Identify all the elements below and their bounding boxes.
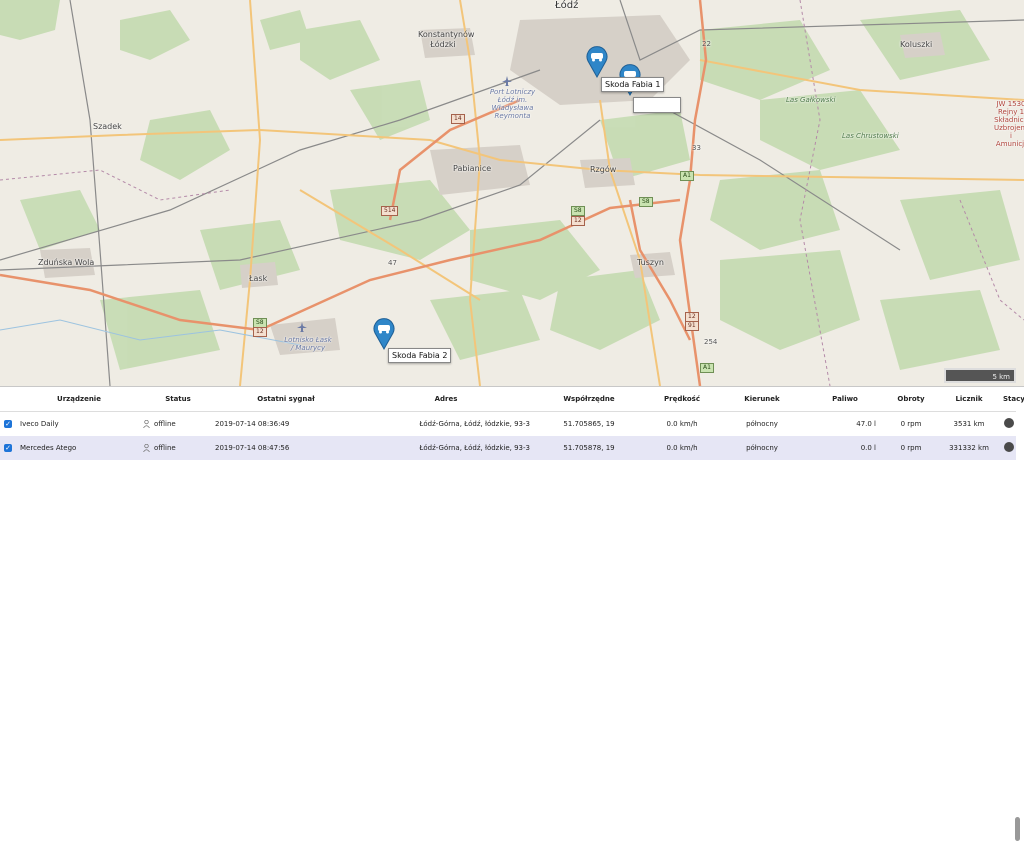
ignition-indicator <box>1004 442 1014 452</box>
device-table: Urządzenie Status Ostatni sygnał Adres W… <box>0 387 1024 460</box>
road-shield: A1 <box>680 171 694 181</box>
table-row[interactable]: ✓ Iveco Daily offline 2019-07-14 08:36:4… <box>0 411 1016 436</box>
airfield-icon <box>297 322 307 332</box>
road-shield: 14 <box>451 114 465 124</box>
device-name: Iveco Daily <box>20 420 59 428</box>
road-shield: 12 <box>253 327 267 337</box>
column-header[interactable]: Licznik <box>936 387 1002 412</box>
place-lodz: Łódź <box>555 0 579 11</box>
vehicle-marker[interactable] <box>373 316 395 350</box>
ignition-indicator <box>1004 418 1014 428</box>
column-header[interactable]: Obroty <box>886 387 936 412</box>
direction: północny <box>746 444 778 452</box>
place-pabianice: Pabianice <box>453 164 492 173</box>
counter: 3531 km <box>953 420 985 428</box>
row-checkbox[interactable]: ✓ <box>4 420 12 428</box>
place-airport: Port Lotniczy Łódź im. Władysława Reymon… <box>489 88 536 120</box>
speed: 0.0 km/h <box>666 444 698 452</box>
column-header[interactable]: Status <box>142 387 214 412</box>
column-header[interactable]: Prędkość <box>644 387 720 412</box>
user-icon <box>143 420 150 428</box>
address: Łódź-Górna, Łódź, łódzkie, 93-3 <box>419 444 530 452</box>
column-header[interactable]: Ostatni sygnał <box>214 387 358 412</box>
road-number: 254 <box>704 338 718 346</box>
column-header[interactable]: Stacyjka <box>1002 387 1024 412</box>
table-header-row: Urządzenie Status Ostatni sygnał Adres W… <box>0 387 1024 412</box>
last-signal: 2019-07-14 08:36:49 <box>215 420 290 428</box>
speed: 0.0 km/h <box>666 420 698 428</box>
device-name: Mercedes Atego <box>20 444 77 452</box>
counter: 331332 km <box>949 444 989 452</box>
column-header[interactable]: Adres <box>358 387 534 412</box>
road-shield: A1 <box>700 363 714 373</box>
coordinates: 51.705878, 19 <box>563 444 615 452</box>
place-lask: Łask <box>249 274 268 283</box>
road-shield: S8 <box>571 206 585 216</box>
place-las-chrustowski: Las Chrustowski <box>842 132 899 140</box>
coordinates: 51.705865, 19 <box>563 420 615 428</box>
column-header[interactable]: Współrzędne <box>534 387 644 412</box>
place-tuszyn: Tuszyn <box>637 258 664 267</box>
rpm: 0 rpm <box>900 420 922 428</box>
table-row[interactable]: ✓ Mercedes Atego offline 2019-07-14 08:4… <box>0 436 1016 460</box>
rpm: 0 rpm <box>900 444 922 452</box>
place-zdunska-wola: Zduńska Wola <box>38 258 95 267</box>
fuel: 47.0 l <box>856 420 876 428</box>
place-konstantynow: Konstantynów Łódzki <box>418 30 475 49</box>
marker-label[interactable]: Skoda Fabia 2 <box>388 348 452 363</box>
last-signal: 2019-07-14 08:47:56 <box>215 444 290 452</box>
status-value: offline <box>154 420 176 428</box>
scale-bar: 5 km <box>944 368 1016 383</box>
place-rzgow: Rzgów <box>590 165 617 174</box>
column-header[interactable]: Kierunek <box>720 387 804 412</box>
road-number: 22 <box>702 40 711 48</box>
place-szadek: Szadek <box>93 122 122 131</box>
road-number: 33 <box>692 144 701 152</box>
fuel: 0.0 l <box>860 444 876 452</box>
place-airfield: Lotnisko Łask / Maurycy <box>284 336 332 352</box>
airport-icon <box>502 76 512 86</box>
direction: północny <box>746 420 778 428</box>
table-scrollbar[interactable] <box>1015 817 1020 841</box>
road-shield: S8 <box>639 197 653 207</box>
vehicle-marker[interactable] <box>586 44 608 78</box>
map-tiles <box>0 0 1024 386</box>
road-number: 47 <box>388 259 397 267</box>
user-icon <box>143 444 150 452</box>
marker-label[interactable]: Skoda Fabia 1 <box>601 77 665 92</box>
column-header[interactable]: Paliwo <box>804 387 886 412</box>
marker-label-empty[interactable] <box>633 97 681 113</box>
road-shield: 91 <box>685 321 699 331</box>
place-las-galkowski: Las Gałkowski <box>786 96 836 104</box>
map-view[interactable]: Łódź Konstantynów Łódzki Szadek Pabianic… <box>0 0 1024 386</box>
road-shield: 12 <box>571 216 585 226</box>
road-shield: 514 <box>381 206 399 216</box>
place-koluszki: Koluszki <box>900 40 933 49</box>
row-checkbox[interactable]: ✓ <box>4 444 12 452</box>
address: Łódź-Górna, Łódź, łódzkie, 93-3 <box>419 420 530 428</box>
device-table-panel: Urządzenie Status Ostatni sygnał Adres W… <box>0 386 1024 841</box>
place-military-unit: JW 1530 Rejny 1 Składnica Uzbrojenia i A… <box>994 100 1024 148</box>
status-value: offline <box>154 444 176 452</box>
column-header[interactable]: Urządzenie <box>16 387 142 412</box>
